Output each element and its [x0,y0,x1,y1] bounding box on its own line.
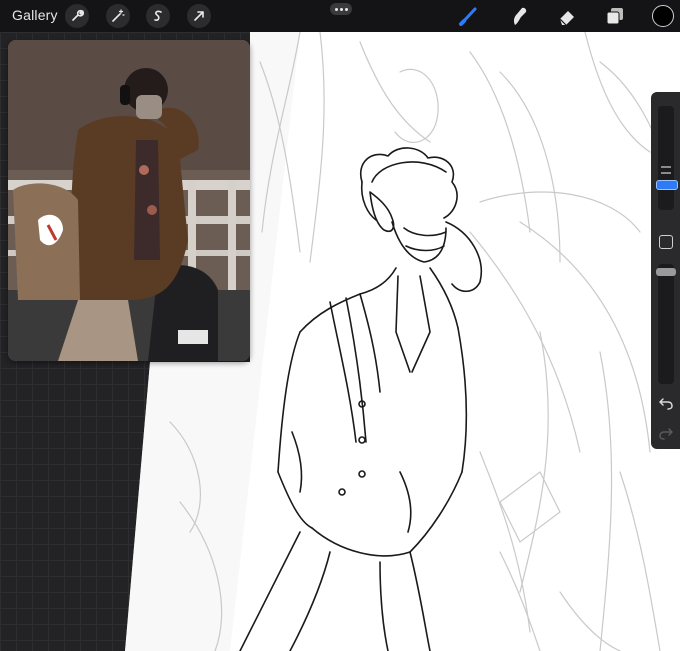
gallery-button[interactable]: Gallery [12,7,58,23]
color-swatch[interactable] [652,5,674,27]
sidebar [651,92,680,449]
layers-icon[interactable] [602,3,628,29]
eraser-icon[interactable] [554,3,580,29]
top-toolbar: Gallery [0,0,680,32]
reference-photo-window[interactable] [8,40,250,361]
opacity-slider[interactable] [656,264,676,384]
redo-icon[interactable] [658,426,674,440]
opacity-thumb[interactable] [656,268,676,276]
selection-s-icon[interactable] [146,4,170,28]
wrench-icon[interactable] [65,4,89,28]
reference-photo [8,40,250,361]
smudge-icon[interactable] [506,3,532,29]
more-dots-icon[interactable] [330,3,352,15]
modify-button[interactable] [659,235,673,249]
magic-wand-icon[interactable] [106,4,130,28]
transform-arrow-icon[interactable] [187,4,211,28]
brush-icon[interactable] [456,3,482,29]
brush-size-thumb[interactable] [656,180,678,190]
brush-size-slider[interactable] [656,106,678,210]
undo-icon[interactable] [658,396,674,410]
